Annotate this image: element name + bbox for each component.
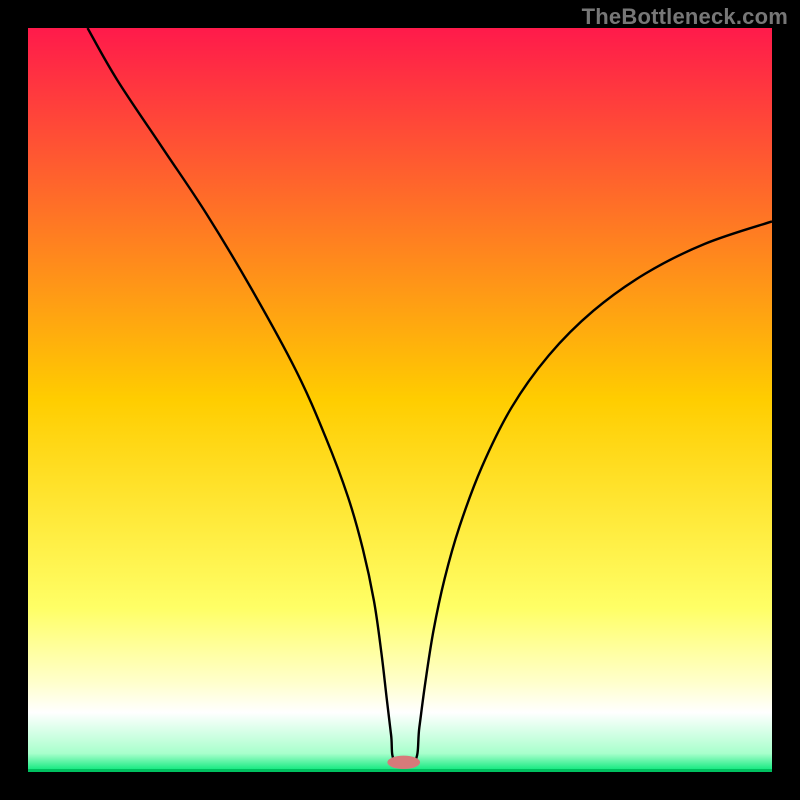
- optimal-point-marker: [387, 756, 420, 769]
- plot-svg: [28, 28, 772, 772]
- watermark-text: TheBottleneck.com: [582, 4, 788, 30]
- gradient-background: [28, 28, 772, 772]
- chart-frame: TheBottleneck.com: [0, 0, 800, 800]
- plot-area: [28, 28, 772, 772]
